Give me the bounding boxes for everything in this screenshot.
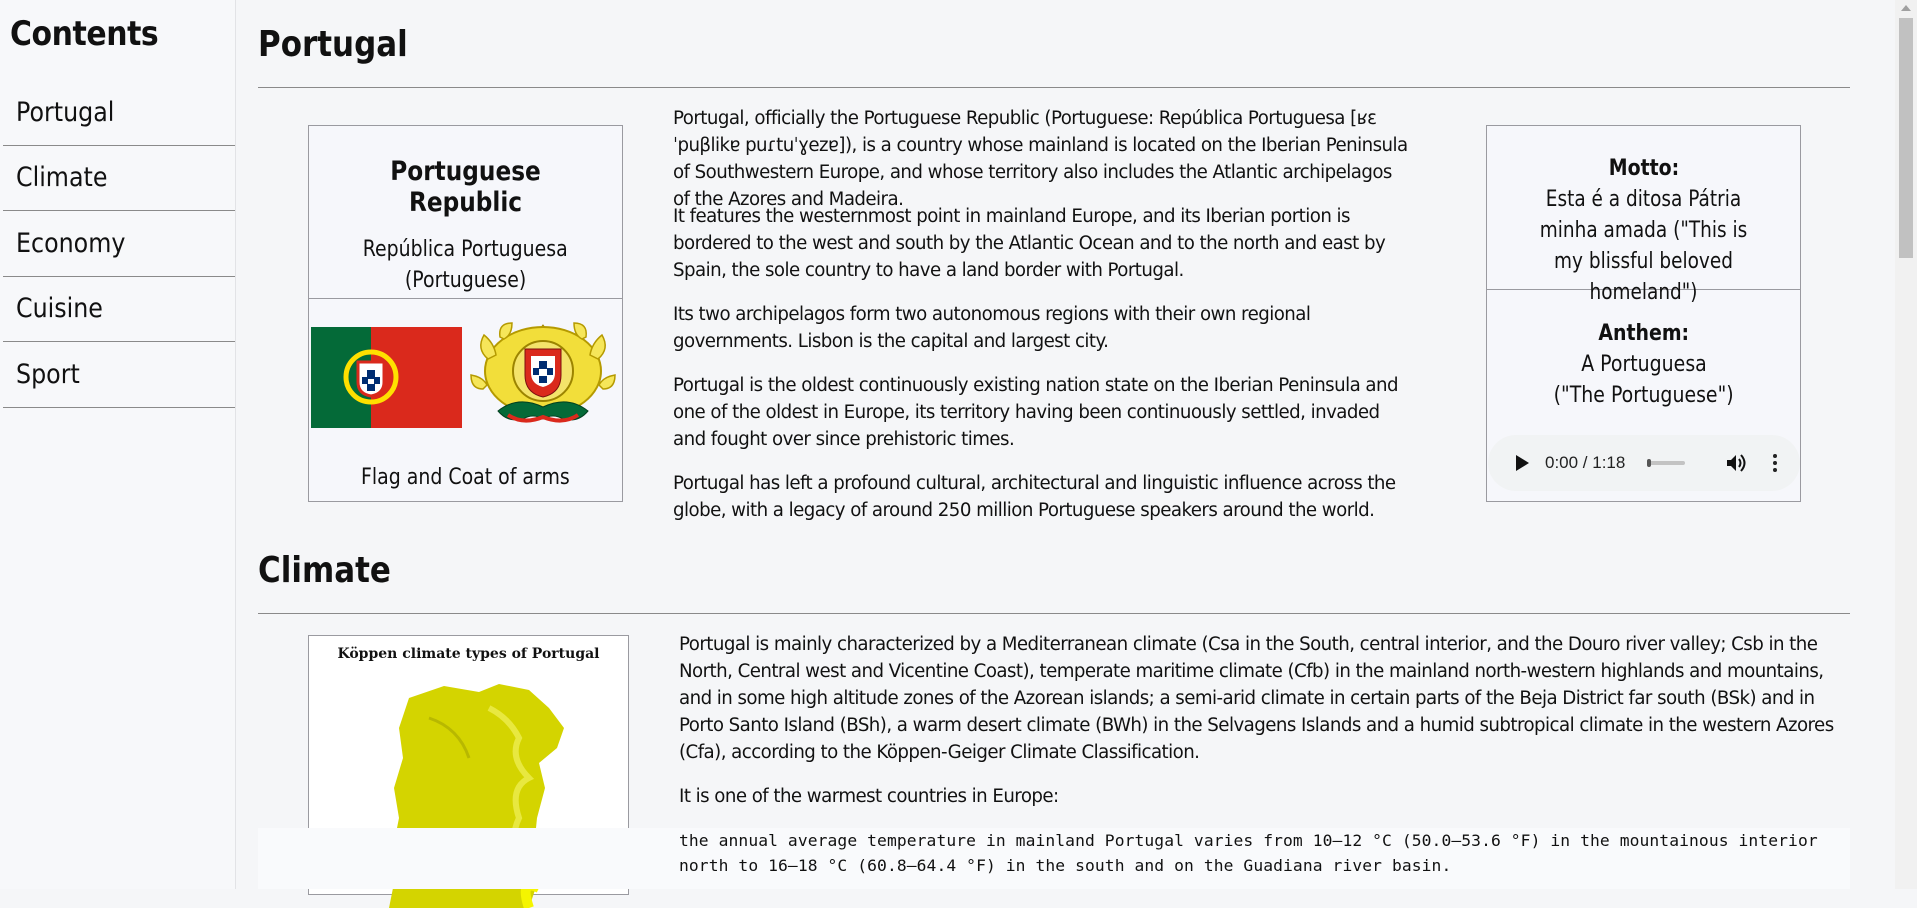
sidebar-item-cuisine[interactable]: Cuisine xyxy=(3,277,235,342)
sidebar-nav: Portugal Climate Economy Cuisine Sport xyxy=(3,80,235,408)
code-line: north to 16–18 °C (60.8–64.4 °F) in the … xyxy=(679,856,1452,875)
motto-label: Motto: xyxy=(1608,156,1679,181)
sidebar-item-sport[interactable]: Sport xyxy=(3,342,235,408)
sidebar-title: Contents xyxy=(10,14,159,54)
climate-paragraph-1: Portugal is mainly characterized by a Me… xyxy=(679,634,1834,763)
native-name: República Portuguesa xyxy=(362,237,569,262)
climate-code-block: the annual average temperature in mainla… xyxy=(258,828,1850,889)
sidebar-item-climate[interactable]: Climate xyxy=(3,146,235,211)
volume-icon[interactable] xyxy=(1725,453,1747,473)
climate-map-title: Köppen climate types of Portugal xyxy=(337,646,600,662)
play-icon[interactable] xyxy=(1516,455,1529,471)
audio-time: 0:00 / 1:18 xyxy=(1545,453,1626,472)
anthem-translation: ("The Portuguese") xyxy=(1553,383,1734,408)
more-options-icon[interactable] xyxy=(1773,454,1778,472)
sidebar-item-economy[interactable]: Economy xyxy=(3,211,235,277)
infobox: Portuguese Republic República Portuguesa… xyxy=(308,125,623,502)
anthem-name: A Portuguesa xyxy=(1580,352,1707,377)
sidebar-item-label: Economy xyxy=(16,227,126,259)
main-content: Portugal Portuguese Republic República P… xyxy=(235,0,1895,908)
scrollbar-thumb[interactable] xyxy=(1899,18,1913,258)
country-name: Portuguese Republic xyxy=(390,156,541,218)
section-title-climate: Climate xyxy=(258,550,391,591)
coat-of-arms-image xyxy=(470,322,616,423)
sidebar-item-label: Portugal xyxy=(16,96,115,128)
infobox-symbols: Flag and Coat of arms xyxy=(309,299,622,501)
intro-paragraph-4: Portugal is the oldest continuously exis… xyxy=(673,375,1399,450)
climate-paragraph-2: It is one of the warmest countries in Eu… xyxy=(679,786,1059,807)
flag-caption: Flag and Coat of arms xyxy=(361,465,570,490)
sidebar-item-label: Climate xyxy=(16,162,108,194)
motto-cell: Motto: Esta é a ditosa Pátria minha amad… xyxy=(1487,126,1800,305)
section-title-portugal: Portugal xyxy=(258,24,408,65)
motto-anthem-box: Motto: Esta é a ditosa Pátria minha amad… xyxy=(1486,125,1801,502)
intro-paragraph-5: Portugal has left a profound cultural, a… xyxy=(673,473,1396,521)
infobox-header: Portuguese Republic República Portuguesa… xyxy=(309,126,622,299)
code-line: the annual average temperature in mainla… xyxy=(679,831,1818,850)
audio-seek-bar[interactable] xyxy=(1647,459,1686,467)
native-language: (Portuguese) xyxy=(404,268,527,293)
intro-paragraph-2: It features the westernmost point in mai… xyxy=(673,206,1386,281)
anthem-label: Anthem: xyxy=(1598,321,1689,346)
sidebar-item-label: Sport xyxy=(16,358,80,390)
flag-image xyxy=(311,327,462,428)
sidebar: Contents Portugal Climate Economy Cuisin… xyxy=(0,0,235,889)
anthem-audio-player: 0:00 / 1:18 xyxy=(1488,435,1800,491)
scroll-up-icon[interactable] xyxy=(1901,5,1911,11)
page-scrollbar[interactable] xyxy=(1895,0,1917,889)
intro-paragraph-1: Portugal, officially the Portuguese Repu… xyxy=(673,108,1408,210)
section-divider xyxy=(258,613,1850,614)
intro-paragraph-3: Its two archipelagos form two autonomous… xyxy=(673,304,1311,352)
anthem-cell: Anthem: A Portuguesa ("The Portuguese") … xyxy=(1487,290,1800,501)
sidebar-item-portugal[interactable]: Portugal xyxy=(3,80,235,146)
section-divider xyxy=(258,87,1850,88)
sidebar-item-label: Cuisine xyxy=(16,293,103,325)
